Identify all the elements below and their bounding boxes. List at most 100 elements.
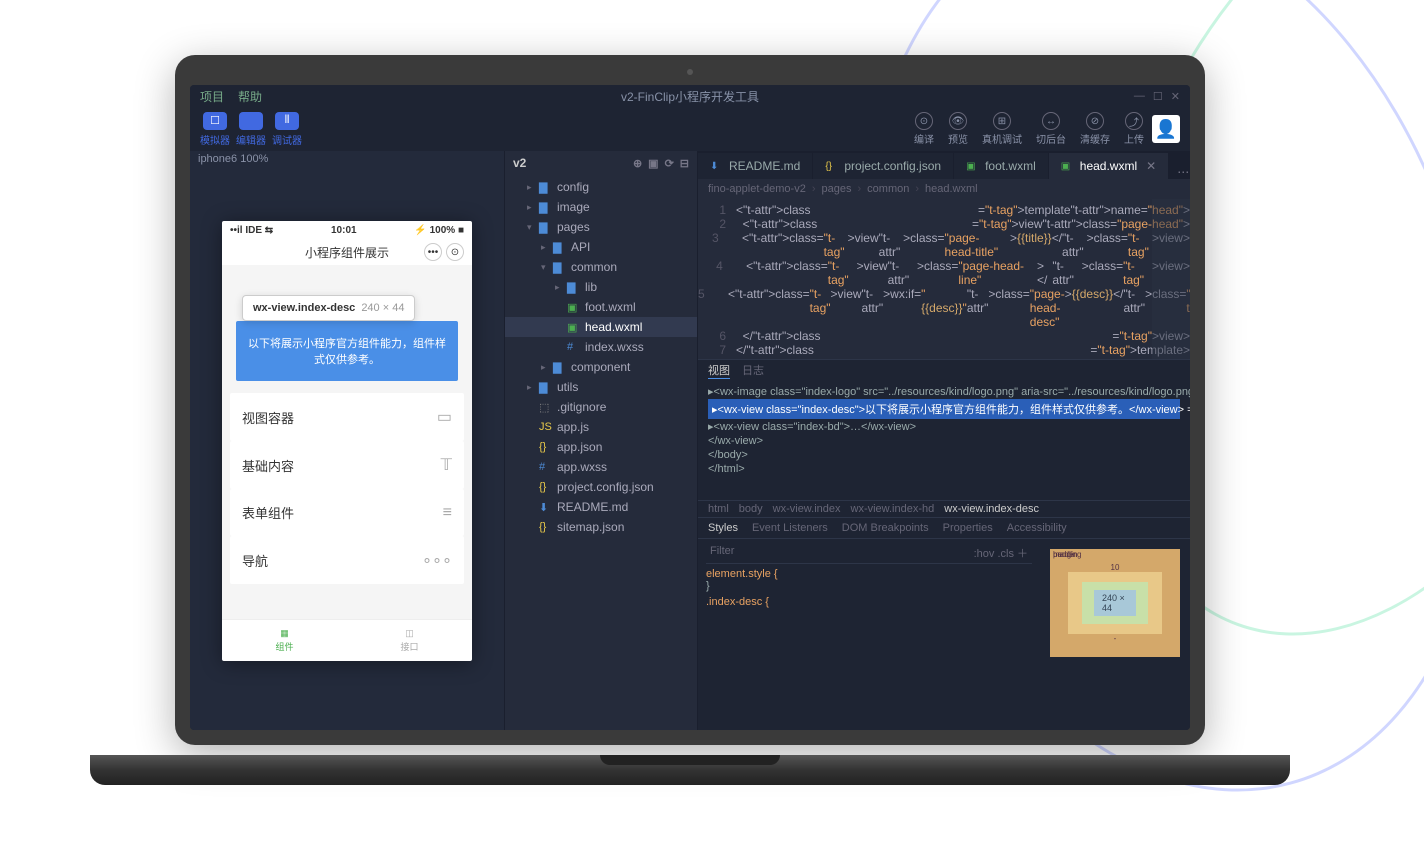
tree-node-foot.wxml[interactable]: ▣foot.wxml [505,297,697,317]
subtab-DOM Breakpoints[interactable]: DOM Breakpoints [842,522,929,534]
dom-node[interactable]: </wx-view> [708,434,1180,448]
cube-icon: ◫ [405,628,414,639]
toolbar-模拟器[interactable]: ☐模拟器 [200,112,230,147]
dt-tab-log[interactable]: 日志 [742,362,764,378]
toolbar-上传[interactable]: ⤴上传 [1124,112,1144,146]
crumb-seg[interactable]: head.wxml [925,183,978,195]
toolbar-调试器[interactable]: ⫴调试器 [272,112,302,147]
bc-seg[interactable]: wx-view.index-hd [851,503,935,515]
box-model: margin 10 border padding 240 × 44 - [1040,539,1190,730]
toolbar-预览[interactable]: 👁预览 [948,112,968,146]
tab-README.md[interactable]: ⬇README.md [698,153,813,179]
dom-node[interactable]: </body> [708,448,1180,462]
explorer-root[interactable]: v2 [513,156,526,170]
simulator-device[interactable]: iphone6 100% [190,151,504,171]
dom-breadcrumb: html body wx-view.index wx-view.index-hd wx-… [698,500,1190,518]
toolbar-清缓存[interactable]: ⊘清缓存 [1080,112,1110,146]
capsule-more-icon[interactable]: ••• [424,243,442,261]
close-tab-icon[interactable]: ✕ [1146,159,1156,173]
menubar: 项目 帮助 v2-FinClip小程序开发工具 ― ☐ ✕ [190,85,1190,107]
tree-node-head.wxml[interactable]: ▣head.wxml [505,317,697,337]
toolbar-真机调试[interactable]: ⊞真机调试 [982,112,1022,146]
devtools: 视图 日志 ▸<wx-image class="index-logo" src=… [698,359,1190,730]
styles-pane[interactable]: Filter :hov .cls ＋ element.style {}.inde… [698,539,1040,730]
maximize-icon[interactable]: ☐ [1153,90,1163,103]
dom-node[interactable]: ▸<wx-image class="index-logo" src="../re… [708,384,1180,399]
subtab-Accessibility[interactable]: Accessibility [1007,522,1067,534]
simulator-panel: iphone6 100% ••il IDE ⇆ 10:01 ⚡ 100% ■ 小… [190,151,504,730]
window-title: v2-FinClip小程序开发工具 [621,88,759,105]
tree-node-.gitignore[interactable]: ⬚.gitignore [505,397,697,417]
status-time: 10:01 [331,225,357,236]
tree-node-pages[interactable]: ▾▇pages [505,217,697,237]
toolbar-切后台[interactable]: ↔切后台 [1036,112,1066,146]
styles-filter[interactable]: Filter [710,545,734,561]
close-icon[interactable]: ✕ [1171,90,1180,103]
tree-node-sitemap.json[interactable]: {}sitemap.json [505,517,697,537]
tree-node-README.md[interactable]: ⬇README.md [505,497,697,517]
subtab-Properties[interactable]: Properties [943,522,993,534]
new-file-icon[interactable]: ⊕ [633,157,642,170]
minimap[interactable] [1152,199,1190,359]
item-icon: ▭ [437,407,452,427]
grid-icon: ▦ [280,628,289,639]
subtab-Styles[interactable]: Styles [708,522,738,534]
crumb-seg[interactable]: common [867,183,909,195]
collapse-icon[interactable]: ⊟ [680,157,689,170]
tree-node-app.json[interactable]: {}app.json [505,437,697,457]
avatar[interactable]: 👤 [1152,115,1180,143]
phone-tabbar: ▦组件 ◫接口 [222,619,472,661]
minimize-icon[interactable]: ― [1134,90,1145,103]
tree-node-index.wxss[interactable]: #index.wxss [505,337,697,357]
bc-seg[interactable]: html [708,503,729,515]
menu-project[interactable]: 项目 [200,88,224,105]
crumb-seg[interactable]: pages [822,183,852,195]
refresh-icon[interactable]: ⟳ [665,157,674,170]
dom-tree[interactable]: ▸<wx-image class="index-logo" src="../re… [698,380,1190,500]
toolbar-编译[interactable]: ⊙编译 [914,112,934,146]
tree-node-component[interactable]: ▸▇component [505,357,697,377]
toolbar-编辑器[interactable]: 编辑器 [236,112,266,147]
capsule-close-icon[interactable]: ⊙ [446,243,464,261]
tree-node-common[interactable]: ▾▇common [505,257,697,277]
bc-seg[interactable]: wx-view.index-desc [944,503,1039,515]
dom-node[interactable]: ▸<wx-view class="index-desc">以下将展示小程序官方组… [708,399,1180,419]
highlighted-element[interactable]: 以下将展示小程序官方组件能力，组件样式仅供参考。 [236,321,458,381]
tab-foot.wxml[interactable]: ▣foot.wxml [954,153,1049,179]
editor-area: ⬇README.md{}project.config.json▣foot.wxm… [698,151,1190,730]
bc-seg[interactable]: wx-view.index [773,503,841,515]
menu-item[interactable]: 导航∘∘∘ [230,536,464,584]
dt-tab-view[interactable]: 视图 [708,362,730,379]
crumb-seg[interactable]: fino-applet-demo-v2 [708,183,806,195]
devtools-subtabs: Styles Event Listeners DOM Breakpoints Prop… [698,518,1190,538]
window-controls: ― ☐ ✕ [1134,90,1180,103]
tree-node-app.js[interactable]: JSapp.js [505,417,697,437]
tree-node-utils[interactable]: ▸▇utils [505,377,697,397]
tabbar-api[interactable]: ◫接口 [347,620,472,661]
styles-hov[interactable]: :hov .cls ＋ [974,545,1028,561]
tree-node-app.wxss[interactable]: #app.wxss [505,457,697,477]
tree-node-API[interactable]: ▸▇API [505,237,697,257]
new-folder-icon[interactable]: ▣ [648,157,658,170]
tree-node-image[interactable]: ▸▇image [505,197,697,217]
menu-item[interactable]: 视图容器▭ [230,393,464,441]
subtab-Event Listeners[interactable]: Event Listeners [752,522,828,534]
tree-node-project.config.json[interactable]: {}project.config.json [505,477,697,497]
menu-help[interactable]: 帮助 [238,88,262,105]
item-icon: ≡ [443,504,452,522]
code-editor[interactable]: 1<"t-attr">class="t-tag">template "t-att… [698,199,1190,359]
more-tabs-icon[interactable]: ⋯ [1169,165,1190,179]
menu-item[interactable]: 表单组件≡ [230,489,464,536]
laptop-frame: 项目 帮助 v2-FinClip小程序开发工具 ― ☐ ✕ ☐模拟器编辑器⫴调试… [160,55,1220,775]
dom-node[interactable]: ▸<wx-view class="index-bd">…</wx-view> [708,419,1180,434]
tab-project.config.json[interactable]: {}project.config.json [813,153,954,179]
item-icon: ∘∘∘ [422,550,452,570]
bc-seg[interactable]: body [739,503,763,515]
dom-node[interactable]: </html> [708,462,1180,476]
phone-preview[interactable]: ••il IDE ⇆ 10:01 ⚡ 100% ■ 小程序组件展示 ••• ⊙ [222,221,472,661]
tab-head.wxml[interactable]: ▣head.wxml✕ [1049,153,1169,179]
tree-node-config[interactable]: ▸▇config [505,177,697,197]
menu-item[interactable]: 基础内容𝕋 [230,441,464,489]
tree-node-lib[interactable]: ▸▇lib [505,277,697,297]
tabbar-components[interactable]: ▦组件 [222,620,347,661]
